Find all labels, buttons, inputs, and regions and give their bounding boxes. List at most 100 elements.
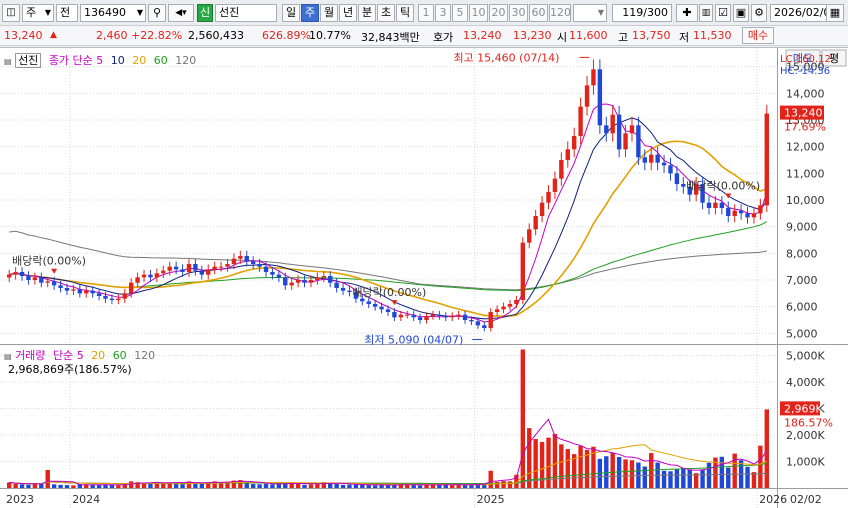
minute-20[interactable]: 20 bbox=[489, 4, 508, 22]
candle-body bbox=[173, 266, 179, 270]
candle-body bbox=[552, 178, 558, 192]
quote-open-label: 시 bbox=[557, 31, 568, 44]
ma20-legend: 20 bbox=[132, 54, 147, 67]
minute-120[interactable]: 120 bbox=[549, 4, 571, 22]
last-volume-pct: 186.57% bbox=[784, 416, 833, 429]
dividend-annotation: 배당락(0.00%) bbox=[12, 255, 86, 268]
minute-5[interactable]: 5 bbox=[452, 4, 468, 22]
stock-name-field[interactable]: 선진 bbox=[215, 4, 277, 22]
candle-body bbox=[751, 213, 757, 218]
candle-body bbox=[257, 264, 262, 267]
volume-bar bbox=[295, 484, 301, 488]
calendar-icon[interactable]: ▦ bbox=[826, 4, 844, 22]
search-icon[interactable]: ⚲ bbox=[148, 4, 166, 22]
candle-body bbox=[39, 277, 44, 283]
chart-area[interactable]: 매도 평 15,000 14,000 13,000 12,000 11,000 10,00… bbox=[0, 47, 848, 508]
candle-body bbox=[379, 306, 384, 310]
period-second[interactable]: 초 bbox=[377, 4, 395, 22]
panel-menu-icon[interactable]: ▤ bbox=[4, 352, 12, 361]
quote-volume: 2,560,433 bbox=[188, 29, 244, 42]
top-toolbar: ◫ 주 ▼ 전 136490 ▼ ⚲ ◀▾ 신 선진 일 주 월 년 분 초 틱… bbox=[0, 0, 848, 26]
candle-body bbox=[437, 314, 442, 316]
volume-bar bbox=[539, 441, 545, 488]
candle-body bbox=[546, 192, 551, 203]
last-price-pct: 17.69% bbox=[784, 121, 826, 134]
candle-body bbox=[475, 321, 481, 326]
volume-bar bbox=[328, 483, 333, 488]
chart-settings-icon[interactable]: ▥ bbox=[699, 4, 713, 22]
buy-button[interactable]: 매수 bbox=[742, 27, 774, 44]
volume-tick-label: 4,000K bbox=[786, 376, 825, 389]
high-annotation: 최고 15,460 (07/14) bbox=[453, 51, 559, 64]
count-field[interactable]: 119/300 bbox=[612, 4, 672, 22]
candle-body bbox=[315, 277, 320, 280]
candle-body bbox=[661, 162, 667, 166]
gear-icon[interactable]: ⚙ bbox=[751, 4, 767, 22]
minute-30[interactable]: 30 bbox=[509, 4, 528, 22]
candle-body bbox=[629, 125, 635, 134]
period-month[interactable]: 월 bbox=[320, 4, 338, 22]
volume-bar bbox=[51, 484, 57, 488]
low-annotation: 최저 5,090 (04/07) bbox=[364, 333, 463, 346]
quote-turnover: 10.77% bbox=[309, 29, 351, 42]
candle-body bbox=[443, 316, 448, 318]
dividend-annotation: 배당락(0.00%) bbox=[686, 180, 760, 193]
market-value: 전 bbox=[60, 6, 71, 19]
period-week[interactable]: 주 bbox=[301, 4, 319, 22]
checkbox-icon[interactable]: ☑ bbox=[715, 4, 731, 22]
period-day[interactable]: 일 bbox=[282, 4, 300, 22]
chevron-down-icon: ▼ bbox=[597, 8, 604, 17]
candle-body bbox=[167, 266, 172, 271]
period-minute[interactable]: 분 bbox=[358, 4, 376, 22]
quote-hoga-label: 호가 bbox=[433, 31, 454, 44]
type-select[interactable]: 주 ▼ bbox=[22, 4, 54, 22]
stock-chart[interactable]: 매도 평 15,00014,00013,00012,00011,00010,00… bbox=[0, 48, 848, 508]
crosshair-icon[interactable]: ✚ bbox=[676, 4, 698, 22]
candle-body bbox=[713, 202, 718, 208]
candle-body bbox=[372, 304, 378, 307]
candle-body bbox=[539, 202, 545, 216]
candle-body bbox=[738, 210, 744, 214]
volume-bar bbox=[405, 484, 410, 488]
period-tick[interactable]: 틱 bbox=[396, 4, 414, 22]
volume-bar bbox=[308, 484, 314, 488]
candle-body bbox=[161, 270, 166, 274]
volume-bar bbox=[270, 484, 275, 488]
x-axis-end-label: 02/02 bbox=[790, 493, 822, 506]
candle-body bbox=[334, 282, 339, 288]
volume-bar bbox=[719, 456, 725, 488]
candle-body bbox=[456, 314, 461, 316]
minute-10[interactable]: 10 bbox=[469, 4, 488, 22]
candle-body bbox=[19, 272, 25, 276]
candle-body bbox=[186, 264, 192, 272]
volume-bar bbox=[58, 484, 63, 488]
candle-body bbox=[533, 216, 538, 230]
ma120-legend: 120 bbox=[175, 54, 197, 67]
candle-body bbox=[206, 269, 211, 275]
dividend-annotation: 배당락(0.00%) bbox=[352, 286, 426, 299]
save-icon[interactable]: ▣ bbox=[733, 4, 749, 22]
layout-icon[interactable]: ◫ bbox=[2, 4, 20, 22]
minute-3[interactable]: 3 bbox=[435, 4, 451, 22]
candle-body bbox=[636, 125, 641, 158]
code-input[interactable]: 136490 ▼ bbox=[80, 4, 146, 22]
custom-period-input[interactable]: ▼ bbox=[573, 4, 607, 22]
candle-body bbox=[366, 301, 371, 304]
candle-body bbox=[122, 293, 127, 299]
market-select[interactable]: 전 bbox=[56, 4, 78, 22]
minute-60[interactable]: 60 bbox=[529, 4, 548, 22]
date-field[interactable]: 2026/02/02 bbox=[770, 4, 837, 22]
candle-body bbox=[642, 157, 648, 163]
period-year[interactable]: 년 bbox=[339, 4, 357, 22]
minute-1[interactable]: 1 bbox=[418, 4, 434, 22]
volume-bar bbox=[347, 484, 352, 488]
candle-body bbox=[238, 256, 243, 259]
volume-bar bbox=[64, 485, 70, 488]
volume-bar bbox=[726, 467, 731, 488]
x-axis-label: 2023 bbox=[6, 493, 34, 506]
panel-menu-icon[interactable]: ▤ bbox=[4, 57, 12, 66]
speaker-icon[interactable]: ◀▾ bbox=[168, 4, 194, 22]
volume-bar bbox=[527, 428, 532, 488]
volume-bar bbox=[244, 482, 249, 488]
candle-body bbox=[212, 266, 217, 270]
